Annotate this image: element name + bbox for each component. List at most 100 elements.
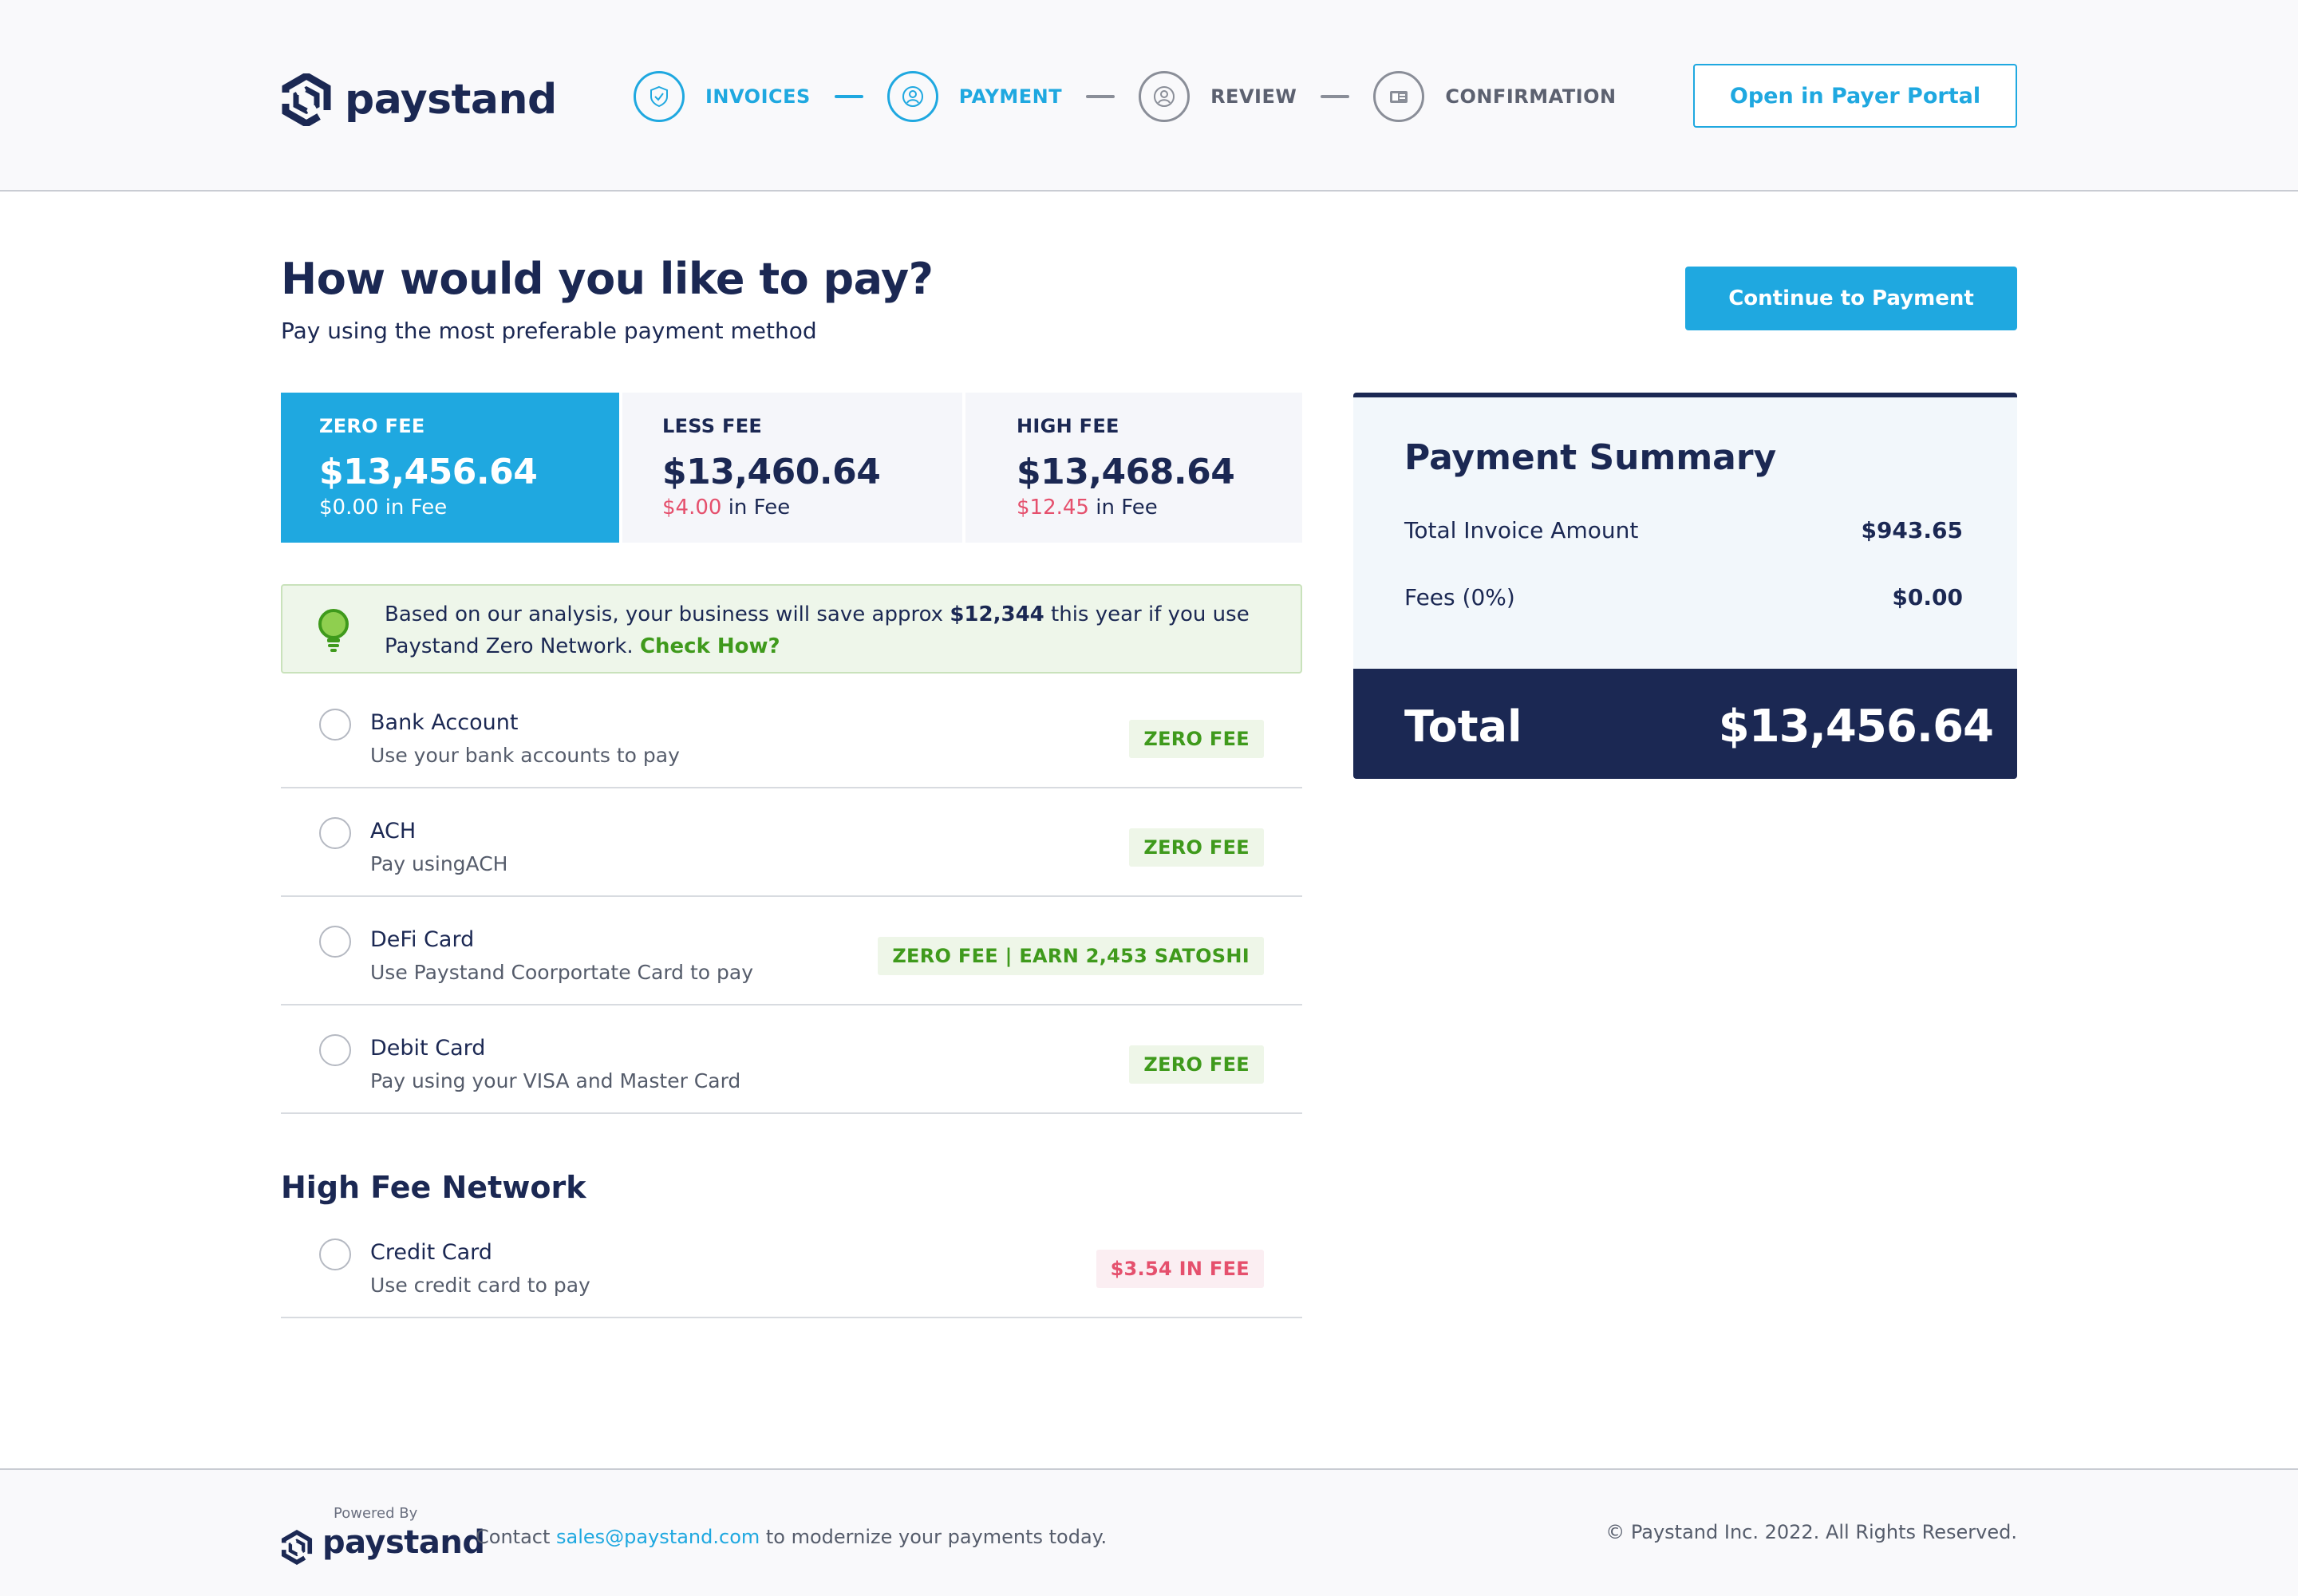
tab-zero-fee[interactable]: ZERO FEE $13,456.64 $0.00 in Fee [281,393,619,543]
fee-badge: $3.54 IN FEE [1096,1250,1264,1288]
radio-button[interactable] [319,1238,351,1270]
method-description: Pay usingACH [370,852,508,875]
step-invoices-circle [634,71,685,122]
step-invoices-label: INVOICES [705,85,811,108]
footer-brand-name: paystand [322,1524,485,1561]
radio-button[interactable] [319,1034,351,1066]
fee-tab-amount: $13,460.64 [662,452,881,492]
tab-less-fee[interactable]: LESS FEE $13,460.64 $4.00 in Fee [622,393,962,543]
zero-fee-methods-list: Bank Account Use your bank accounts to p… [281,680,1302,1114]
fee-tab-label: HIGH FEE [1017,415,1119,437]
savings-insight-banner: Based on our analysis, your business wil… [281,584,1302,674]
footer-logo[interactable]: Powered By paystand [281,1505,485,1569]
fee-tab-label: ZERO FEE [319,415,425,437]
step-confirmation-circle [1373,71,1425,122]
fee-tab-amount: $13,468.64 [1017,452,1235,492]
paystand-logo-icon [281,1530,313,1565]
page-title: How would you like to pay? [281,254,934,304]
paystand-logo-icon [282,73,331,126]
step-payment-circle [886,71,938,122]
lightbulb-icon [318,609,349,652]
fee-value: $0.00 [319,496,379,519]
fee-value: $4.00 [662,496,722,519]
continue-to-payment-button[interactable]: Continue to Payment [1685,267,2017,330]
brand-logo[interactable]: paystand [281,73,557,126]
fee-suffix: in Fee [378,496,448,519]
method-name: Debit Card [370,1036,486,1061]
fee-tab-fee: $4.00 in Fee [662,496,962,519]
method-description: Use your bank accounts to pay [370,744,680,767]
contact-suffix: to modernize your payments today. [760,1526,1108,1548]
radio-button[interactable] [319,817,351,849]
user-icon [902,86,923,107]
step-invoices[interactable]: INVOICES [634,71,811,122]
fee-badge: ZERO FEE | EARN 2,453 SATOSHI [878,937,1264,975]
high-fee-methods-list: Credit Card Use credit card to pay $3.54… [281,1210,1302,1318]
step-review-label: REVIEW [1210,85,1297,108]
method-name: Credit Card [370,1240,492,1265]
method-defi-card[interactable]: DeFi Card Use Paystand Coorportate Card … [281,897,1302,1005]
fee-suffix: in Fee [721,496,791,519]
sales-email-link[interactable]: sales@paystand.com [556,1526,760,1548]
step-separator [834,95,863,98]
open-payer-portal-button[interactable]: Open in Payer Portal [1693,64,2017,128]
footer-contact: Contact sales@paystand.com to modernize … [476,1526,1107,1548]
fee-tab-amount: $13,456.64 [319,452,538,492]
method-bank-account[interactable]: Bank Account Use your bank accounts to p… [281,680,1302,788]
summary-label: Fees (0%) [1404,584,1515,610]
page-subtitle: Pay using the most preferable payment me… [281,318,817,344]
contact-prefix: Contact [476,1526,557,1548]
method-debit-card[interactable]: Debit Card Pay using your VISA and Maste… [281,1005,1302,1114]
summary-label: Total Invoice Amount [1404,517,1639,543]
method-name: ACH [370,819,417,843]
fee-tier-tabs: ZERO FEE $13,456.64 $0.00 in Fee LESS FE… [281,393,1302,543]
step-payment-label: PAYMENT [958,85,1063,108]
step-separator [1086,95,1115,98]
summary-row-fees: Fees (0%) $0.00 [1404,584,1963,610]
payment-summary-card: Payment Summary Total Invoice Amount $94… [1353,393,2017,779]
brand-name: paystand [345,76,557,124]
fee-badge: ZERO FEE [1129,828,1264,867]
savings-amount: $12,344 [950,602,1044,626]
step-separator [1321,95,1350,98]
method-credit-card[interactable]: Credit Card Use credit card to pay $3.54… [281,1210,1302,1318]
method-name: Bank Account [370,710,519,735]
total-label: Total [1404,701,1522,752]
summary-value: $0.00 [1892,584,1963,610]
copyright: © Paystand Inc. 2022. All Rights Reserve… [1605,1521,2017,1543]
footer: Powered By paystand Contact sales@paysta… [0,1468,2298,1596]
insight-prefix: Based on our analysis, your business wil… [385,602,950,626]
summary-row-invoice-amount: Total Invoice Amount $943.65 [1404,517,1963,543]
check-how-link[interactable]: Check How? [640,634,780,658]
step-confirmation[interactable]: CONFIRMATION [1373,71,1616,122]
shield-icon [650,85,668,108]
method-ach[interactable]: ACH Pay usingACH ZERO FEE [281,788,1302,897]
fee-tab-fee: $0.00 in Fee [319,496,619,519]
header: paystand INVOICES PAYMENT REVIEW CONFIRM… [0,0,2298,192]
total-amount: $13,456.64 [1718,700,1994,753]
radio-button[interactable] [319,709,351,741]
user-icon [1154,86,1175,107]
summary-total: Total $13,456.64 [1353,669,2017,779]
method-description: Use credit card to pay [370,1274,590,1297]
fee-tab-fee: $12.45 in Fee [1017,496,1302,519]
step-review[interactable]: REVIEW [1139,71,1297,122]
id-card-icon [1390,91,1408,103]
step-review-circle [1139,71,1190,122]
step-payment[interactable]: PAYMENT [886,71,1063,122]
fee-suffix: in Fee [1088,496,1158,519]
summary-title: Payment Summary [1404,437,1777,478]
method-name: DeFi Card [370,927,475,952]
method-description: Use Paystand Coorportate Card to pay [370,961,754,984]
powered-by-label: Powered By [334,1505,418,1522]
step-confirmation-label: CONFIRMATION [1445,85,1617,108]
radio-button[interactable] [319,926,351,958]
tab-high-fee[interactable]: HIGH FEE $13,468.64 $12.45 in Fee [965,393,1302,543]
method-description: Pay using your VISA and Master Card [370,1069,741,1092]
fee-tab-label: LESS FEE [662,415,763,437]
fee-badge: ZERO FEE [1129,720,1264,758]
summary-value: $943.65 [1861,517,1963,543]
high-fee-network-title: High Fee Network [281,1170,586,1205]
progress-steps: INVOICES PAYMENT REVIEW CONFIRMATION [634,70,1617,123]
insight-text: Based on our analysis, your business wil… [385,598,1270,662]
